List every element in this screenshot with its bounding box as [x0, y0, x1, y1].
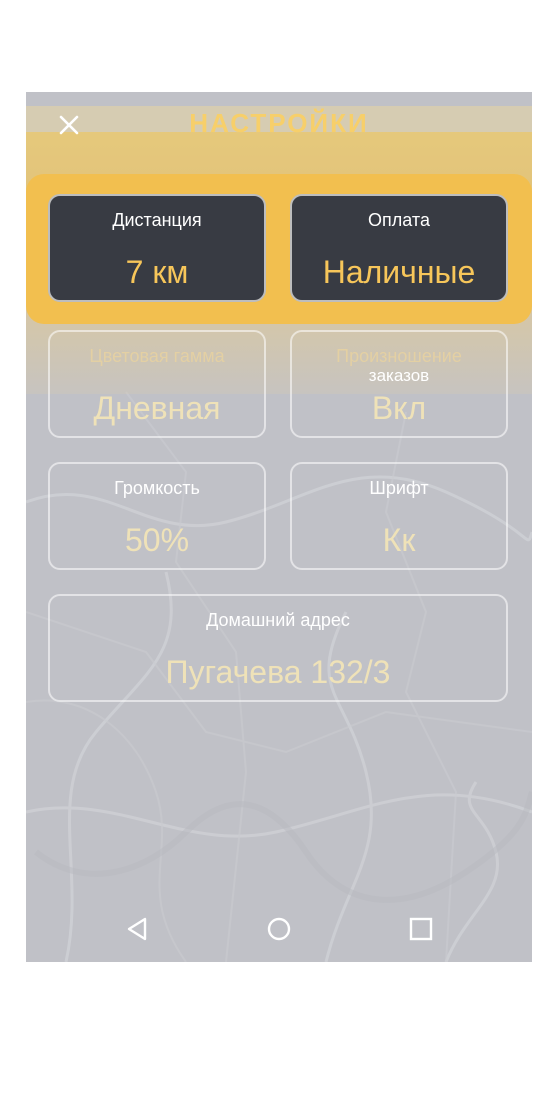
- font-label: Шрифт: [369, 478, 429, 498]
- home-address-label: Домашний адрес: [206, 610, 350, 630]
- home-address-value: Пугачева 132/3: [165, 654, 391, 690]
- pronunciation-label: Произношение: [336, 346, 462, 366]
- color-theme-label: Цветовая гамма: [89, 346, 225, 366]
- payment-card[interactable]: Оплата Наличные: [290, 194, 508, 302]
- volume-label: Громкость: [114, 478, 200, 498]
- home-button[interactable]: [264, 914, 294, 944]
- volume-card[interactable]: Громкость 50%: [48, 462, 266, 570]
- distance-label: Дистанция: [112, 210, 202, 230]
- distance-value: 7 км: [125, 254, 189, 290]
- volume-value: 50%: [124, 522, 190, 558]
- back-triangle-icon: [127, 917, 147, 941]
- system-navigation-bar: [26, 906, 532, 950]
- home-circle-icon: [267, 917, 291, 941]
- back-button[interactable]: [124, 914, 154, 944]
- recents-square-icon: [409, 917, 433, 941]
- pronunciation-value: Вкл: [371, 390, 427, 426]
- settings-screen: НАСТРОЙКИ Дистанция 7 км Оплата Наличные…: [26, 92, 532, 962]
- color-theme-card[interactable]: Цветовая гамма Дневная: [48, 330, 266, 438]
- pronunciation-card[interactable]: Произношение заказов Вкл: [290, 330, 508, 438]
- page-title: НАСТРОЙКИ: [189, 108, 369, 138]
- color-theme-value: Дневная: [93, 390, 221, 426]
- font-value: Кк: [382, 522, 416, 558]
- home-address-card[interactable]: Домашний адрес Пугачева 132/3: [48, 594, 508, 702]
- payment-value: Наличные: [322, 254, 476, 290]
- distance-card[interactable]: Дистанция 7 км: [48, 194, 266, 302]
- payment-label: Оплата: [368, 210, 430, 230]
- pronunciation-label-line2: заказов: [368, 366, 430, 385]
- recents-button[interactable]: [406, 914, 436, 944]
- font-card[interactable]: Шрифт Кк: [290, 462, 508, 570]
